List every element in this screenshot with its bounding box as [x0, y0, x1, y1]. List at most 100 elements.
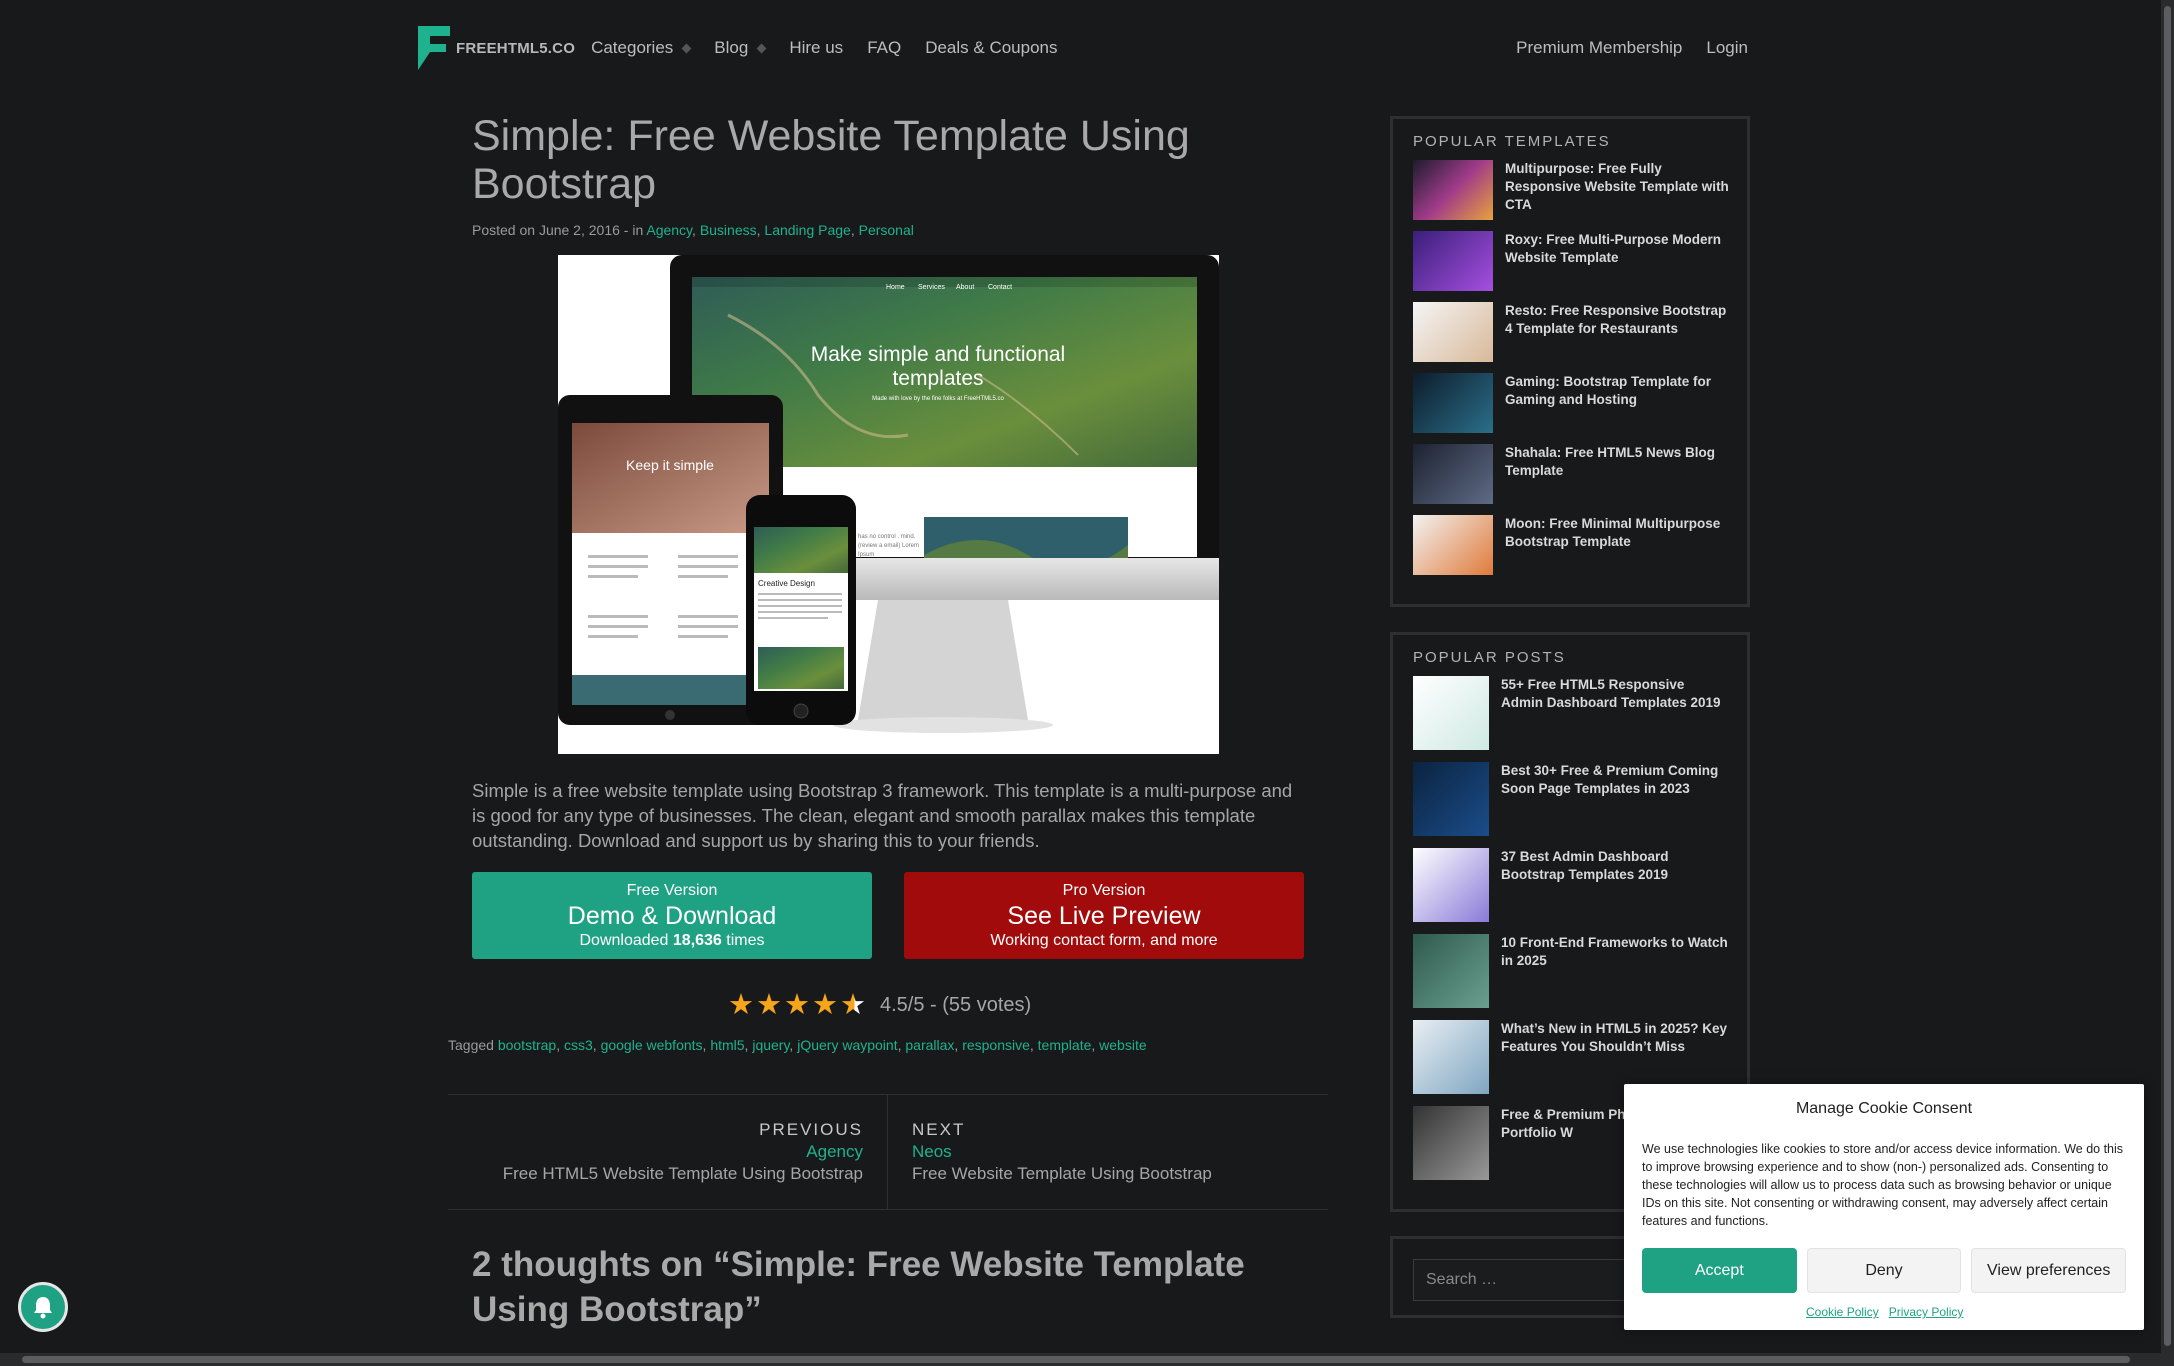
popular-post-item[interactable]: 37 Best Admin Dashboard Bootstrap Templa…	[1413, 848, 1729, 922]
previous-post-desc: Free HTML5 Website Template Using Bootst…	[502, 1164, 863, 1183]
scrollbar-thumb[interactable]	[22, 1356, 2130, 1363]
nav-premium-membership[interactable]: Premium Membership	[1516, 38, 1682, 58]
popular-post-item[interactable]: Best 30+ Free & Premium Coming Soon Page…	[1413, 762, 1729, 836]
widget-title: POPULAR POSTS	[1413, 649, 1566, 666]
nav-deals[interactable]: Deals & Coupons	[925, 38, 1057, 58]
category-link[interactable]: Agency	[646, 222, 692, 238]
live-preview-label: See Live Preview	[1007, 901, 1201, 930]
tag-link[interactable]: css3	[564, 1037, 593, 1053]
post-thumbnail	[1413, 1106, 1489, 1180]
site-header: FREEHTML5.CO Categories Blog Hire us FAQ…	[418, 26, 1748, 70]
popular-templates-widget: POPULAR TEMPLATES Multipurpose: Free Ful…	[1390, 116, 1750, 607]
previous-post-link[interactable]: PREVIOUS Agency Free HTML5 Website Templ…	[448, 1095, 888, 1209]
accept-button[interactable]: Accept	[1642, 1248, 1797, 1293]
post-header: Simple: Free Website Template Using Boot…	[472, 112, 1304, 238]
post-thumbnail	[1413, 1020, 1489, 1094]
template-preview-image[interactable]: Home Services About Contact Make simple …	[558, 255, 1219, 754]
tag-list: Tagged bootstrap, css3, google webfonts,…	[448, 1037, 1147, 1053]
star-icon[interactable]: ★	[784, 990, 810, 1020]
category-link[interactable]: Landing Page	[764, 222, 850, 238]
next-label: NEXT	[912, 1120, 966, 1139]
next-post-desc: Free Website Template Using Bootstrap	[912, 1164, 1212, 1183]
cookie-text: We use technologies like cookies to stor…	[1642, 1142, 2124, 1228]
popular-template-item[interactable]: Multipurpose: Free Fully Responsive Webs…	[1413, 160, 1729, 220]
tag-link[interactable]: html5	[710, 1037, 744, 1053]
template-thumbnail	[1413, 231, 1493, 291]
mockup-nav-services: Services	[918, 284, 945, 291]
tag-link[interactable]: website	[1099, 1037, 1146, 1053]
template-thumbnail	[1413, 373, 1493, 433]
tag-link[interactable]: template	[1038, 1037, 1092, 1053]
rating-text: 4.5/5 - (55 votes)	[880, 993, 1032, 1016]
live-preview-button[interactable]: Pro Version See Live Preview Working con…	[904, 872, 1304, 959]
rating-widget: ★ ★ ★ ★ ★ 4.5/5 - (55 votes)	[728, 990, 1031, 1020]
device-mockup: Home Services About Contact Make simple …	[558, 255, 1219, 733]
next-post-link[interactable]: NEXT Neos Free Website Template Using Bo…	[888, 1095, 1328, 1209]
popular-template-item[interactable]: Moon: Free Minimal Multipurpose Bootstra…	[1413, 515, 1729, 575]
notification-bell-button[interactable]	[18, 1282, 68, 1332]
cookie-policy-link[interactable]: Cookie Policy	[1806, 1305, 1879, 1319]
popular-post-item[interactable]: 10 Front-End Frameworks to Watch in 2025	[1413, 934, 1729, 1008]
post-description: Simple is a free website template using …	[472, 780, 1293, 851]
cookie-buttons: Accept Deny View preferences	[1642, 1248, 2126, 1293]
post-date: Posted on June 2, 2016 - in	[472, 222, 644, 238]
popular-template-item[interactable]: Shahala: Free HTML5 News Blog Template	[1413, 444, 1729, 504]
dropdown-icon	[756, 43, 767, 53]
mockup-desktop-heading: Make simple and functional templates	[810, 343, 1066, 390]
category-link[interactable]: Personal	[859, 222, 914, 238]
star-icon[interactable]: ★	[728, 990, 754, 1020]
next-post-name: Neos	[912, 1142, 952, 1161]
star-icon[interactable]: ★	[812, 990, 838, 1020]
cookie-consent-banner: Manage Cookie Consent We use technologie…	[1624, 1084, 2144, 1330]
tag-link[interactable]: jquery	[752, 1037, 789, 1053]
previous-post-name: Agency	[806, 1142, 863, 1161]
post-thumbnail	[1413, 848, 1489, 922]
deny-button[interactable]: Deny	[1806, 1248, 1962, 1293]
star-half-icon[interactable]: ★	[840, 990, 866, 1020]
popular-template-item[interactable]: Roxy: Free Multi-Purpose Modern Website …	[1413, 231, 1729, 291]
mockup-nav-contact: Contact	[988, 284, 1012, 291]
demo-download-button[interactable]: Free Version Demo & Download Downloaded …	[472, 872, 872, 959]
post-thumbnail	[1413, 762, 1489, 836]
template-thumbnail	[1413, 160, 1493, 220]
tag-link[interactable]: google webfonts	[601, 1037, 703, 1053]
widget-title: POPULAR TEMPLATES	[1413, 133, 1611, 150]
nav-categories[interactable]: Categories	[591, 38, 692, 58]
download-count: Downloaded 18,636 times	[579, 931, 765, 949]
pro-features-label: Working contact form, and more	[990, 931, 1218, 949]
star-icon[interactable]: ★	[756, 990, 782, 1020]
mockup-nav-home: Home	[886, 284, 905, 291]
nav-blog[interactable]: Blog	[714, 38, 767, 58]
site-logo[interactable]: FREEHTML5.CO	[418, 26, 575, 70]
view-preferences-button[interactable]: View preferences	[1971, 1248, 2126, 1293]
popular-template-item[interactable]: Resto: Free Responsive Bootstrap 4 Templ…	[1413, 302, 1729, 362]
category-link[interactable]: Business	[700, 222, 757, 238]
tag-link[interactable]: parallax	[905, 1037, 954, 1053]
popular-post-item[interactable]: 55+ Free HTML5 Responsive Admin Dashboar…	[1413, 676, 1729, 750]
tag-link[interactable]: responsive	[962, 1037, 1030, 1053]
pro-version-label: Pro Version	[1062, 881, 1146, 899]
mockup-desktop-sub: Made with love by the fine folks at Free…	[872, 396, 1004, 402]
nav-faq[interactable]: FAQ	[867, 38, 901, 58]
post-thumbnail	[1413, 934, 1489, 1008]
scrollbar-thumb[interactable]	[2164, 6, 2171, 1346]
vertical-scrollbar[interactable]	[2161, 0, 2174, 1366]
nav-hire-us[interactable]: Hire us	[789, 38, 843, 58]
nav-login[interactable]: Login	[1706, 38, 1748, 58]
tags-label: Tagged	[448, 1037, 494, 1053]
page-title: Simple: Free Website Template Using Boot…	[472, 112, 1190, 208]
logo-text: FREEHTML5.CO	[456, 39, 576, 57]
mockup-nav-about: About	[956, 284, 974, 291]
popular-template-item[interactable]: Gaming: Bootstrap Template for Gaming an…	[1413, 373, 1729, 433]
post-meta: Posted on June 2, 2016 - in Agency, Busi…	[472, 222, 914, 238]
comments-title: 2 thoughts on “Simple: Free Website Temp…	[472, 1245, 1245, 1329]
privacy-policy-link[interactable]: Privacy Policy	[1889, 1305, 1964, 1319]
mockup-side-text: has no control . mind. (review a email) …	[858, 534, 920, 558]
post-thumbnail	[1413, 676, 1489, 750]
horizontal-scrollbar[interactable]	[0, 1353, 2161, 1366]
tag-link[interactable]: bootstrap	[498, 1037, 556, 1053]
tag-link[interactable]: jQuery waypoint	[797, 1037, 897, 1053]
popular-post-item[interactable]: What’s New in HTML5 in 2025? Key Feature…	[1413, 1020, 1729, 1094]
dropdown-icon	[681, 43, 692, 53]
bell-icon	[34, 1297, 52, 1319]
